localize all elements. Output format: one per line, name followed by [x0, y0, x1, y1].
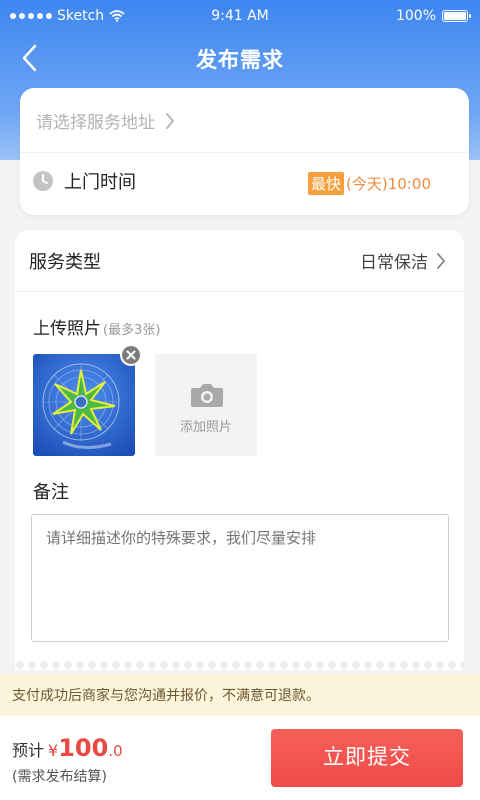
submit-button[interactable]: 立即提交	[271, 729, 463, 787]
battery-icon	[442, 10, 471, 22]
chevron-right-icon	[437, 252, 446, 269]
page-title: 发布需求	[196, 48, 284, 72]
fan-photo-image	[33, 354, 135, 456]
upload-hint: (最多3张)	[103, 323, 161, 338]
visit-time: 10:00	[387, 174, 431, 193]
fastest-badge: 最快	[308, 172, 345, 195]
visit-day: (今天)	[346, 175, 388, 193]
note-title: 备注	[33, 482, 69, 503]
estimate-subtitle: (需求发布结算)	[12, 769, 107, 785]
address-selector[interactable]: 请选择服务地址	[36, 108, 175, 133]
address-placeholder: 请选择服务地址	[36, 113, 155, 133]
footer-bar: 预计 ¥ 100 .0 (需求发布结算) 立即提交	[0, 716, 480, 800]
add-photo-label: 添加照片	[179, 420, 232, 435]
service-type-row[interactable]: 服务类型 日常保洁	[15, 230, 464, 292]
uploaded-photo-thumbnail[interactable]	[33, 354, 135, 456]
visit-time-value[interactable]: 最快 (今天) 10:00	[308, 172, 431, 195]
divider	[20, 152, 469, 153]
scalloped-edge	[15, 660, 464, 674]
estimate-label: 预计	[12, 741, 45, 760]
service-details-card: 服务类型 日常保洁 上传照片 (最多3张) 添加照片 备注 请详细描述你的特殊要…	[15, 230, 464, 670]
price-decimal: .0	[108, 742, 123, 760]
service-type-label: 服务类型	[29, 252, 101, 273]
note-textarea[interactable]	[31, 514, 449, 642]
currency-symbol: ¥	[48, 741, 59, 760]
clock-icon	[33, 171, 53, 191]
upload-title: 上传照片 (最多3张)	[33, 314, 160, 339]
address-time-card: 请选择服务地址 上门时间 最快 (今天) 10:00	[20, 88, 469, 215]
nav-bar: 发布需求	[0, 36, 480, 80]
visit-time-label: 上门时间	[64, 172, 136, 193]
visit-time-row[interactable]: 上门时间	[32, 168, 136, 194]
remove-photo-button[interactable]	[120, 344, 142, 366]
close-icon	[126, 350, 136, 360]
status-bar: Sketch 9:41 AM 100%	[0, 0, 480, 32]
price-integer: 100	[58, 734, 109, 762]
add-photo-button[interactable]: 添加照片	[155, 354, 257, 456]
chevron-right-icon	[166, 112, 175, 129]
upload-title-text: 上传照片	[33, 319, 101, 339]
refund-notice: 支付成功后商家与您沟通并报价，不满意可退款。	[0, 674, 480, 716]
service-type-value: 日常保洁	[360, 253, 428, 273]
camera-icon	[191, 384, 223, 407]
estimate-price: 预计 ¥ 100 .0	[12, 734, 123, 762]
service-type-value-wrap: 日常保洁	[360, 248, 446, 273]
battery-percent: 100%	[395, 8, 436, 24]
